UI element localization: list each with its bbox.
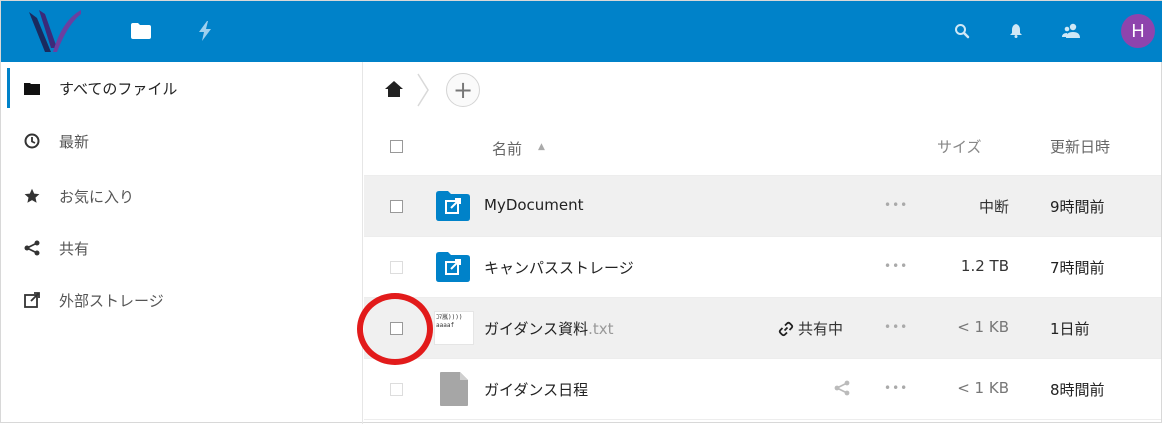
file-extension: .txt <box>588 320 614 338</box>
more-actions-button[interactable]: ••• <box>884 259 908 273</box>
sidebar-item-external-storage[interactable]: 外部ストレージ <box>1 274 363 326</box>
active-indicator <box>7 68 10 108</box>
sidebar-item-all-files[interactable]: すべてのファイル <box>1 62 363 114</box>
table-header: 名前 ▲ サイズ 更新日時 <box>364 118 1161 176</box>
sidebar-item-label: 外部ストレージ <box>59 291 164 310</box>
row-checkbox[interactable] <box>390 383 403 396</box>
file-modified: 7時間前 <box>1050 259 1105 277</box>
sidebar-item-recent[interactable]: 最新 <box>1 115 363 167</box>
share-icon <box>21 237 43 259</box>
sort-asc-icon: ▲ <box>538 142 545 152</box>
text-file-thumbnail: ｺﾏ嵐)))) aaaaf <box>434 311 474 345</box>
column-header-name[interactable]: 名前 <box>492 138 522 159</box>
app-window: H すべてのファイル 最新 お気に入り 共有 外部ストレージ + 名前 ▲ サイ… <box>0 0 1162 424</box>
column-header-modified[interactable]: 更新日時 <box>1050 136 1110 157</box>
file-modified: 1日前 <box>1050 320 1090 338</box>
star-icon <box>21 185 43 207</box>
thumb-line: ｺﾏ嵐)))) <box>436 314 463 321</box>
folder-icon <box>21 77 43 99</box>
table-row[interactable]: ガイダンス日程 ••• < 1 KB 8時間前 <box>364 359 1161 420</box>
files-icon[interactable] <box>129 19 153 43</box>
external-folder-icon <box>436 191 470 221</box>
select-all-checkbox[interactable] <box>390 140 403 153</box>
table-row[interactable]: MyDocument ••• 中断 9時間前 <box>364 176 1161 237</box>
more-actions-button[interactable]: ••• <box>884 320 908 334</box>
external-folder-icon <box>436 252 470 282</box>
file-list-area: + 名前 ▲ サイズ 更新日時 MyDocument ••• 中断 9時間前 キ… <box>364 62 1161 424</box>
file-size: < 1 KB <box>957 379 1009 397</box>
file-basename: ガイダンス資料 <box>484 320 589 338</box>
thumb-line: aaaaf <box>436 322 455 329</box>
activity-icon[interactable] <box>193 19 217 43</box>
row-checkbox[interactable] <box>390 261 403 274</box>
annotation-highlight-circle <box>357 293 433 365</box>
sidebar: すべてのファイル 最新 お気に入り 共有 外部ストレージ <box>1 62 363 424</box>
file-size: 中断 <box>978 198 1009 216</box>
column-header-size[interactable]: サイズ <box>937 136 982 157</box>
file-name[interactable]: キャンパスストレージ <box>484 257 634 278</box>
home-icon[interactable] <box>384 79 404 99</box>
top-bar: H <box>1 1 1162 62</box>
app-logo[interactable] <box>27 8 83 56</box>
sidebar-item-favorites[interactable]: お気に入り <box>1 170 363 222</box>
link-icon <box>778 321 794 336</box>
table-row[interactable]: ｺﾏ嵐)))) aaaaf ガイダンス資料.txt 共有中 ••• < 1 KB… <box>364 298 1161 359</box>
notifications-icon[interactable] <box>1004 19 1028 43</box>
new-file-button[interactable]: + <box>446 73 480 107</box>
contacts-icon[interactable] <box>1059 19 1083 43</box>
file-name[interactable]: ガイダンス資料.txt <box>484 318 614 339</box>
share-icon[interactable] <box>832 378 852 398</box>
file-icon <box>440 372 468 406</box>
breadcrumb-separator <box>417 73 429 107</box>
table-row[interactable]: キャンパスストレージ ••• 1.2 TB 7時間前 <box>364 237 1161 298</box>
shared-label: 共有中 <box>798 320 844 338</box>
sidebar-item-label: 最新 <box>59 132 90 151</box>
row-checkbox[interactable] <box>390 200 403 213</box>
sidebar-item-label: すべてのファイル <box>59 79 178 98</box>
file-name[interactable]: MyDocument <box>484 196 584 214</box>
user-avatar[interactable]: H <box>1121 14 1155 48</box>
file-modified: 9時間前 <box>1050 198 1105 216</box>
file-size: < 1 KB <box>957 318 1009 336</box>
more-actions-button[interactable]: ••• <box>884 198 908 212</box>
sidebar-item-label: 共有 <box>59 239 90 258</box>
external-link-icon <box>21 289 43 311</box>
sidebar-item-label: お気に入り <box>59 187 135 206</box>
file-size: 1.2 TB <box>960 257 1009 275</box>
file-name[interactable]: ガイダンス日程 <box>484 379 588 400</box>
clock-icon <box>21 130 43 152</box>
file-modified: 8時間前 <box>1050 381 1105 399</box>
breadcrumb: + <box>364 62 1161 118</box>
shared-status[interactable]: 共有中 <box>778 318 843 339</box>
sidebar-item-shared[interactable]: 共有 <box>1 222 363 274</box>
more-actions-button[interactable]: ••• <box>884 381 908 395</box>
search-icon[interactable] <box>950 19 974 43</box>
